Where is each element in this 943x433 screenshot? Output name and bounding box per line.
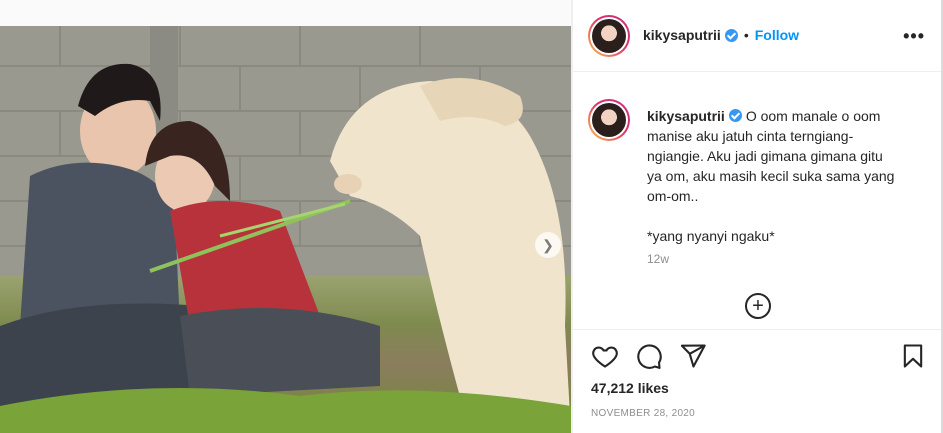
header-user-line: kikysaputrii • Follow [643,27,799,43]
follow-button[interactable]: Follow [755,27,799,43]
paper-plane-icon[interactable] [679,342,707,370]
caption-footer: *yang nyanyi ngaku* [647,228,775,244]
verified-badge-icon [728,109,742,122]
caption-line: manise aku jatuh cinta terngiang- [647,128,854,144]
header-username[interactable]: kikysaputrii [643,27,721,43]
chevron-right-icon: ❯ [542,237,554,253]
avatar[interactable] [588,15,630,57]
verified-badge-icon [724,28,738,42]
comment-icon[interactable] [635,342,663,370]
caption-section: kikysaputrii O oom manale o oom manise ak… [573,72,943,330]
likes-count[interactable]: 47,212 likes [591,380,669,396]
post-time-ago[interactable]: 12w [647,252,669,266]
separator-dot: • [743,27,749,43]
post-side-panel: kikysaputrii • Follow ••• kikysaputrii O … [573,0,943,433]
post-header: kikysaputrii • Follow ••• [573,0,943,72]
caption-text: kikysaputrii O oom manale o oom manise ak… [647,106,917,246]
more-options-icon[interactable]: ••• [903,26,925,47]
post-date: NOVEMBER 28, 2020 [591,408,696,419]
bookmark-icon[interactable] [899,342,927,370]
plus-circle-icon[interactable]: + [745,293,771,319]
page-top-strip [0,0,571,26]
heart-icon[interactable] [591,342,619,370]
post-photo[interactable]: ❯ [0,26,571,433]
caption-line: ngiangie. Aku jadi gimana gimana gitu [647,148,883,164]
caption-line: om-om.. [647,188,699,204]
caption-avatar[interactable] [588,99,630,141]
photo-subjects [0,63,571,433]
post-actions: 47,212 likes NOVEMBER 28, 2020 [573,330,943,433]
caption-line: O oom manale o oom [745,108,881,124]
caption-username[interactable]: kikysaputrii [647,108,725,124]
caption-line: ya om, aku masih kecil suka sama yang [647,168,895,184]
carousel-next-button[interactable]: ❯ [535,232,561,258]
